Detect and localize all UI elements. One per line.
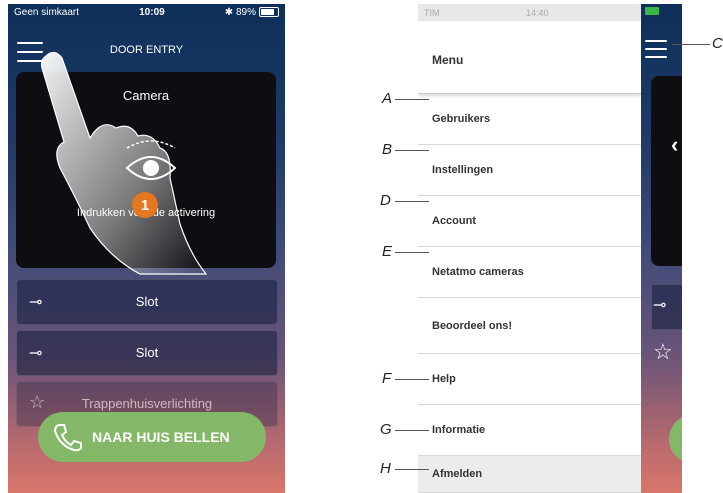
menu-item-afmelden[interactable]: Afmelden xyxy=(418,456,641,493)
time-label: 10:09 xyxy=(139,7,165,18)
callout-line-c xyxy=(672,44,710,45)
callout-label-c: C xyxy=(712,35,723,52)
menu-item-help[interactable]: Help xyxy=(418,354,641,405)
menu-title: Menu xyxy=(432,53,464,67)
callout-label-h: H xyxy=(380,460,391,477)
door-entry-screen: Geen simkaart 10:09 ✱ 89% DOOR ENTRY Cam… xyxy=(8,4,285,493)
menu-item-informatie[interactable]: Informatie xyxy=(418,405,641,456)
menu-status-bar: TIM 14:40 xyxy=(418,4,641,21)
callout-line-e xyxy=(395,252,429,253)
callout-line-a xyxy=(395,99,429,100)
menu-item-label: Afmelden xyxy=(432,468,483,480)
menu-panel: TIM 14:40 Menu Gebruikers Instellingen A… xyxy=(418,4,641,493)
lock-label: Slot xyxy=(135,294,159,309)
call-home-label: NAAR HUIS BELLEN xyxy=(92,429,230,445)
callout-label-a: A xyxy=(382,90,393,107)
phone-icon xyxy=(53,424,82,452)
battery-indicator: ✱ 89% xyxy=(225,7,279,18)
call-home-button[interactable]: NAAR HUIS BELLEN xyxy=(38,412,266,462)
call-button-edge xyxy=(669,414,682,464)
hamburger-menu-icon[interactable] xyxy=(645,40,667,58)
chevron-left-icon[interactable]: ‹ xyxy=(671,132,678,158)
menu-header: Menu xyxy=(418,21,641,94)
carrier-label: Geen simkaart xyxy=(14,7,80,18)
menu-item-label: Help xyxy=(432,373,456,385)
status-bar: Geen simkaart 10:09 ✱ 89% xyxy=(8,4,285,21)
lock-label: Slot xyxy=(135,345,159,360)
menu-item-label: Gebruikers xyxy=(432,113,491,125)
callout-label-e: E xyxy=(382,243,393,260)
camera-panel-edge xyxy=(651,76,682,266)
menu-carrier-label: TIM xyxy=(424,7,440,18)
battery-icon xyxy=(258,7,279,18)
callout-line-g xyxy=(395,430,429,431)
menu-time-label: 14:40 xyxy=(525,7,549,18)
menu-item-gebruikers[interactable]: Gebruikers xyxy=(418,94,641,145)
menu-item-label: Instellingen xyxy=(432,164,494,176)
callout-line-h xyxy=(395,469,429,470)
stairs-light-label: Trappenhuisverlichting xyxy=(81,396,213,411)
battery-icon xyxy=(645,7,659,15)
step-badge: 1 xyxy=(132,192,158,218)
callout-label-d: D xyxy=(380,192,391,209)
menu-item-rate-us[interactable]: Beoordeel ons! xyxy=(418,298,641,354)
menu-item-account[interactable]: Account xyxy=(418,196,641,247)
menu-item-instellingen[interactable]: Instellingen xyxy=(418,145,641,196)
callout-line-f xyxy=(395,379,429,380)
battery-label: 89% xyxy=(235,7,256,18)
star-icon: ☆ xyxy=(653,339,673,364)
menu-item-label: Netatmo cameras xyxy=(432,266,524,278)
menu-item-label: Informatie xyxy=(432,424,486,436)
pointing-hand-illustration xyxy=(40,51,208,275)
menu-item-netatmo-cameras[interactable]: Netatmo cameras xyxy=(418,247,641,298)
callout-line-d xyxy=(395,201,429,202)
callout-line-b xyxy=(395,150,429,151)
menu-item-label: Account xyxy=(432,215,476,227)
callout-label-b: B xyxy=(382,141,393,158)
key-icon: ⊸ xyxy=(653,297,667,314)
menu-item-label: Beoordeel ons! xyxy=(432,319,513,332)
callout-label-f: F xyxy=(382,370,392,387)
lock-row-1[interactable]: ⊸ Slot xyxy=(16,279,278,325)
callout-label-g: G xyxy=(380,421,392,438)
door-entry-screen-behind: ‹ ⊸ ☆ xyxy=(641,4,682,493)
lock-row-2[interactable]: ⊸ Slot xyxy=(16,330,278,376)
